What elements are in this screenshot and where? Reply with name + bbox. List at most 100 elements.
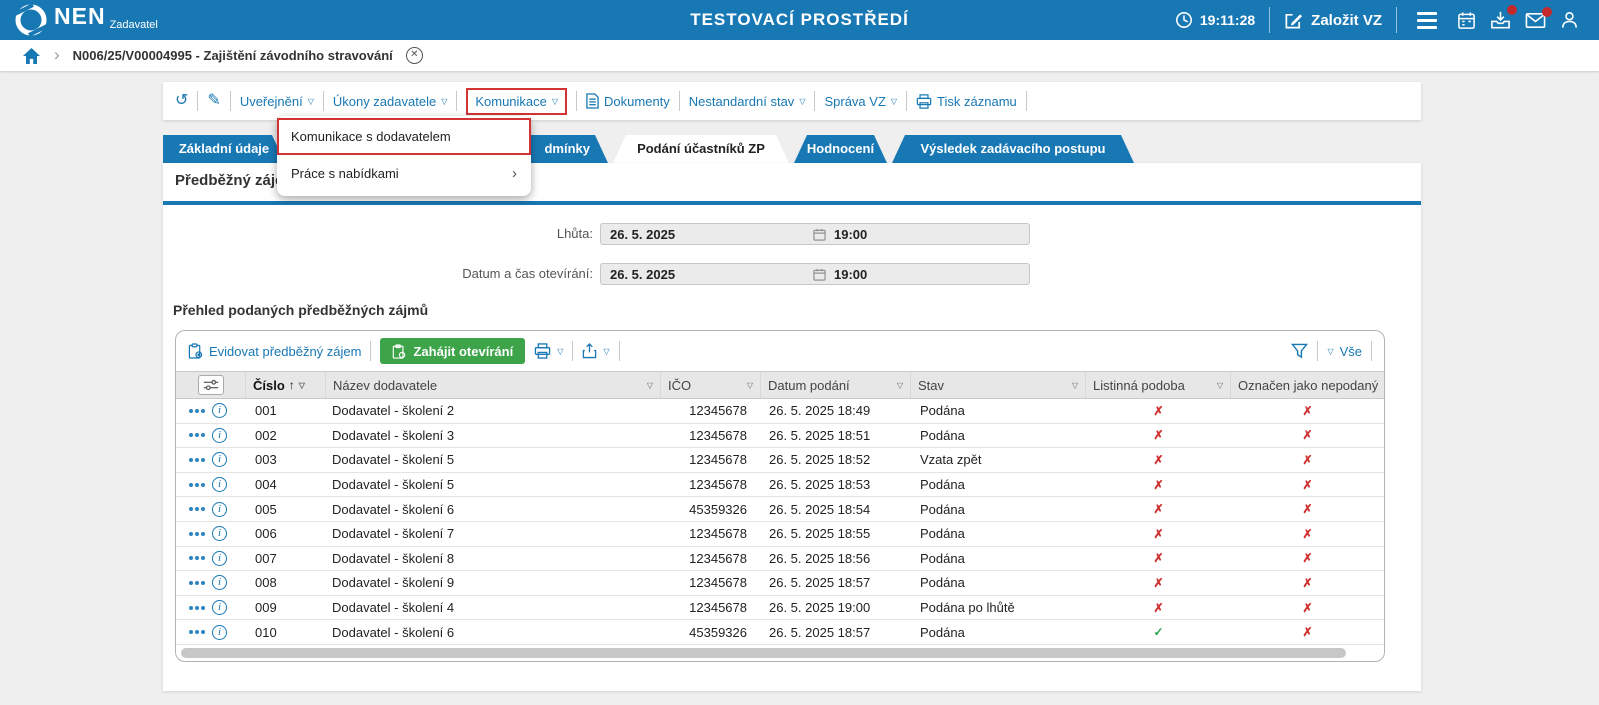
row-info-icon[interactable]: i (212, 403, 227, 418)
close-record-icon[interactable]: ✕ (406, 47, 423, 64)
divider (906, 91, 907, 111)
column-header-ico[interactable]: IČO ▽ (661, 372, 761, 398)
cell-nazev: Dodavatel - školení 8 (326, 551, 661, 566)
cell-nepodany-mark: ✗ (1231, 625, 1384, 639)
table-row[interactable]: i 005 Dodavatel - školení 6 45359326 26.… (176, 497, 1384, 522)
menu-label: Správa VZ (824, 94, 885, 109)
calendar-small-icon[interactable] (813, 228, 826, 241)
column-label: Označen jako nepodaný (1238, 378, 1378, 393)
menu-uverejneni[interactable]: Uveřejnění▽ (240, 94, 314, 109)
row-info-icon[interactable]: i (212, 452, 227, 467)
table-row[interactable]: i 008 Dodavatel - školení 9 12345678 26.… (176, 571, 1384, 596)
cell-nazev: Dodavatel - školení 5 (326, 477, 661, 492)
export-button[interactable]: ▽ (582, 343, 609, 359)
row-actions-icon[interactable] (189, 409, 205, 413)
refresh-button[interactable]: ↺ (175, 93, 188, 109)
column-header-listinna[interactable]: Listinná podoba ▽ (1086, 372, 1231, 398)
column-header-nepodany[interactable]: Označen jako nepodaný (1231, 372, 1384, 398)
row-info-icon[interactable]: i (212, 575, 227, 590)
mail-icon[interactable] (1525, 12, 1546, 29)
cell-ico: 12345678 (661, 428, 761, 443)
chevron-down-icon: ▽ (308, 97, 314, 106)
column-header-cislo[interactable]: Číslo ↑ ▽ (246, 372, 326, 398)
zahajit-oteviranie-button[interactable]: Zahájit otevírání (380, 338, 525, 364)
row-info-icon[interactable]: i (212, 428, 227, 443)
menu-nestandardni-stav[interactable]: Nestandardní stav▽ (689, 94, 806, 109)
edit-record-button[interactable]: ✎ (207, 93, 220, 109)
row-info-icon[interactable]: i (212, 625, 227, 640)
tab-zakladni-udaje[interactable]: Základní údaje (163, 135, 285, 163)
row-actions-icon[interactable] (189, 581, 205, 585)
breadcrumb-item[interactable]: N006/25/V00004995 - Zajištění závodního … (73, 48, 393, 63)
cell-nepodany-mark: ✗ (1231, 551, 1384, 565)
tab-podani-ucastniku[interactable]: Podání účastníků ZP (613, 135, 789, 163)
menu-komunikace[interactable]: Komunikace▽ (466, 88, 567, 115)
calendar-icon[interactable] (1457, 11, 1476, 30)
chevron-down-icon: ▽ (299, 381, 305, 390)
evidovat-button[interactable]: Evidovat předběžný zájem (188, 343, 361, 359)
row-actions-icon[interactable] (189, 556, 205, 560)
breadcrumb: › N006/25/V00004995 - Zajištění závodníh… (0, 40, 1599, 71)
komunikace-dropdown-menu: Komunikace s dodavatelem Práce s nabídka… (277, 116, 531, 196)
row-actions-icon[interactable] (189, 606, 205, 610)
cell-cislo: 006 (246, 526, 326, 541)
cell-nepodany-mark: ✗ (1231, 527, 1384, 541)
row-info-icon[interactable]: i (212, 502, 227, 517)
chevron-down-icon: ▽ (647, 381, 653, 390)
print-table-button[interactable]: ▽ (534, 343, 563, 359)
field-label-otevirani: Datum a čas otevírání: (163, 263, 593, 285)
lhuta-datetime-field[interactable]: 26. 5. 2025 19:00 (600, 223, 1030, 245)
zahajit-label: Zahájit otevírání (413, 344, 513, 359)
menu-item-komunikace-s-dodavatelem[interactable]: Komunikace s dodavatelem (277, 118, 531, 155)
column-header-datum[interactable]: Datum podání ▽ (761, 372, 911, 398)
chevron-down-icon: ▽ (603, 347, 609, 356)
column-header-nazev[interactable]: Název dodavatele ▽ (326, 372, 661, 398)
table-row[interactable]: i 007 Dodavatel - školení 8 12345678 26.… (176, 547, 1384, 572)
cell-listinna-mark: ✗ (1086, 551, 1231, 565)
row-info-icon[interactable]: i (212, 600, 227, 615)
row-actions-icon[interactable] (189, 532, 205, 536)
nen-logo[interactable]: NEN Zadavatel (14, 3, 158, 37)
calendar-small-icon[interactable] (813, 268, 826, 281)
row-info-icon[interactable]: i (212, 477, 227, 492)
row-actions-icon[interactable] (189, 507, 205, 511)
column-config-icon[interactable] (198, 375, 224, 395)
menu-item-prace-s-nabidkami[interactable]: Práce s nabídkami › (277, 155, 531, 192)
divider (619, 341, 620, 361)
table-row[interactable]: i 010 Dodavatel - školení 6 45359326 26.… (176, 620, 1384, 645)
row-actions-icon[interactable] (189, 433, 205, 437)
cell-nazev: Dodavatel - školení 5 (326, 452, 661, 467)
home-icon[interactable] (22, 47, 41, 65)
column-header-stav[interactable]: Stav ▽ (911, 372, 1086, 398)
filter-scope-dropdown[interactable]: ▽ Vše (1327, 344, 1362, 359)
filter-button[interactable] (1291, 343, 1308, 359)
row-actions-icon[interactable] (189, 458, 205, 462)
table-row[interactable]: i 002 Dodavatel - školení 3 12345678 26.… (176, 424, 1384, 449)
create-vz-button[interactable]: Založit VZ (1284, 11, 1382, 30)
menu-dokumenty[interactable]: Dokumenty (586, 93, 670, 109)
scrollbar-thumb[interactable] (181, 648, 1346, 658)
table-row[interactable]: i 003 Dodavatel - školení 5 12345678 26.… (176, 448, 1384, 473)
user-profile-icon[interactable] (1560, 10, 1579, 30)
row-info-icon[interactable]: i (212, 526, 227, 541)
menu-ukony-zadavatele[interactable]: Úkony zadavatele▽ (333, 94, 448, 109)
table-row[interactable]: i 004 Dodavatel - školení 5 12345678 26.… (176, 473, 1384, 498)
tab-hodnoceni[interactable]: Hodnocení (794, 135, 887, 163)
cell-listinna-mark: ✗ (1086, 428, 1231, 442)
table-row[interactable]: i 006 Dodavatel - školení 7 12345678 26.… (176, 522, 1384, 547)
cell-nazev: Dodavatel - školení 3 (326, 428, 661, 443)
evidovat-label: Evidovat předběžný zájem (209, 344, 361, 359)
tab-vysledek[interactable]: Výsledek zadávacího postupu (892, 135, 1134, 163)
row-info-icon[interactable]: i (212, 551, 227, 566)
column-settings-cell (176, 372, 246, 398)
row-actions-icon[interactable] (189, 483, 205, 487)
menu-hamburger-icon[interactable] (1411, 12, 1443, 29)
cell-cislo: 004 (246, 477, 326, 492)
menu-tisk-zaznamu[interactable]: Tisk záznamu (916, 94, 1017, 109)
table-row[interactable]: i 009 Dodavatel - školení 4 12345678 26.… (176, 596, 1384, 621)
otevirani-datetime-field[interactable]: 26. 5. 2025 19:00 (600, 263, 1030, 285)
table-row[interactable]: i 001 Dodavatel - školení 2 12345678 26.… (176, 399, 1384, 424)
menu-sprava-vz[interactable]: Správa VZ▽ (824, 94, 897, 109)
downloads-inbox-icon[interactable] (1490, 10, 1511, 30)
row-actions-icon[interactable] (189, 630, 205, 634)
